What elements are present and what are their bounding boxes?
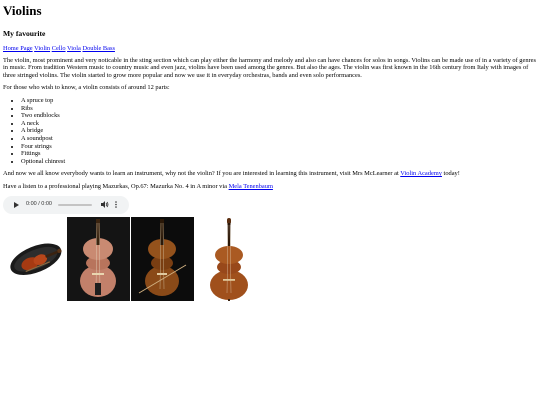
audio-time: 0:00 / 0:00 (26, 200, 52, 207)
parts-list: A spruce top Ribs Two endblocks A neck A… (3, 97, 537, 165)
double-bass-image (195, 216, 258, 301)
list-item: A neck (21, 120, 537, 128)
list-item: A soundpost (21, 135, 537, 143)
nav-link-double-bass[interactable]: Double Bass (82, 45, 114, 52)
listen-text: Have a listen to a professional playing … (3, 182, 229, 190)
volume-icon[interactable] (101, 201, 109, 208)
audio-player: 0:00 / 0:00 (3, 195, 129, 214)
nav-link-cello[interactable]: Cello (52, 45, 66, 52)
intro-paragraph: The violin, most prominent and very noti… (3, 56, 536, 79)
list-item: A spruce top (21, 97, 537, 105)
learn-after: today! (441, 170, 460, 178)
list-item: Two endblocks (21, 112, 537, 120)
learn-text: And now we all know everybody wants to l… (3, 170, 401, 178)
listen-paragraph: Have a listen to a professional playing … (3, 183, 537, 191)
list-item: Ribs (21, 105, 537, 113)
list-item: A bridge (21, 127, 537, 135)
list-item: Four strings (21, 143, 537, 151)
list-item: Optional chinrest (21, 158, 537, 166)
image-gallery (3, 216, 537, 301)
parts-lead: For those who wish to know, a violin con… (3, 84, 170, 92)
nav-bar: Home Page Violin Cello Viola Double Bass (3, 45, 537, 53)
page-title: Violins (3, 3, 42, 18)
nav-link-violin[interactable]: Violin (34, 45, 50, 52)
learn-paragraph: And now we all know everybody wants to l… (3, 170, 537, 178)
play-icon[interactable] (9, 201, 23, 208)
violin-case-image (3, 216, 66, 301)
page: Violins My favourite Home Page Violin Ce… (0, 0, 540, 301)
list-item: Fittings (21, 150, 537, 158)
mela-tenenbaum-link[interactable]: Mela Tenenbaum (229, 183, 273, 190)
nav-link-home[interactable]: Home Page (3, 45, 33, 52)
violin-academy-link[interactable]: Violin Academy (400, 170, 442, 177)
violin-dark-image (131, 216, 194, 301)
nav-link-viola[interactable]: Viola (67, 45, 81, 52)
page-subtitle: My favourite (3, 29, 46, 38)
cello-dark-image (67, 216, 130, 301)
audio-progress-track[interactable] (58, 203, 92, 206)
more-options-icon[interactable] (115, 201, 117, 208)
